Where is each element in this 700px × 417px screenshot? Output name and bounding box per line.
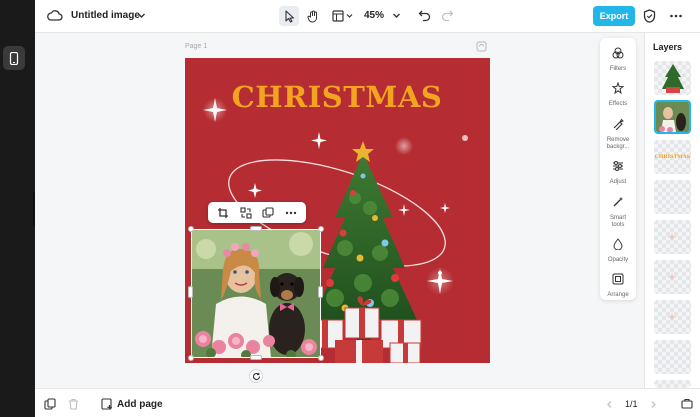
tool-effects[interactable]: Effects	[600, 81, 636, 108]
resize-handle-bottom[interactable]	[250, 355, 262, 360]
selection-box	[191, 229, 321, 358]
briefcase-icon[interactable]	[681, 398, 693, 409]
tool-label: Filters	[609, 66, 627, 72]
layer-christmas-tree[interactable]	[654, 61, 691, 95]
resize-handle-right[interactable]	[318, 286, 323, 298]
resize-handle-top[interactable]	[250, 226, 262, 231]
photo-thumb	[656, 102, 689, 132]
resize-handle-top-right[interactable]	[318, 226, 324, 232]
design-title-text[interactable]: CHRISTMAS	[207, 80, 467, 114]
effects-icon	[611, 81, 625, 95]
filters-icon	[612, 47, 624, 59]
tool-remove-background[interactable]: Remove backgr...	[600, 117, 636, 151]
left-rail	[0, 0, 39, 417]
arrange-icon	[612, 273, 624, 285]
canvas-size-button[interactable]	[331, 6, 355, 26]
resize-handle-bottom-right[interactable]	[318, 355, 324, 361]
document-title[interactable]: Untitled image	[71, 10, 140, 21]
layer-bride-dog-photo[interactable]	[654, 100, 691, 134]
layer-item[interactable]	[654, 220, 691, 254]
layer-item[interactable]	[654, 380, 691, 388]
page-label: Page 1	[185, 43, 208, 50]
hand-tool-button[interactable]	[303, 6, 323, 26]
tool-label: Adjust	[609, 179, 627, 185]
page-indicator: 1/1	[625, 399, 638, 409]
resize-handle-top-left[interactable]	[188, 226, 194, 232]
tool-label: Smart tools	[609, 215, 626, 228]
tool-label: Effects	[608, 101, 628, 107]
tool-label: Opacity	[607, 257, 629, 263]
sparkle-thumb	[667, 232, 677, 242]
opacity-icon	[613, 238, 623, 251]
zoom-level[interactable]: 45%	[364, 10, 384, 21]
tool-adjust[interactable]: Adjust	[600, 159, 636, 186]
page-options-icon[interactable]	[476, 41, 487, 52]
shield-icon[interactable]	[643, 9, 656, 23]
more-options-icon[interactable]	[285, 207, 297, 219]
rotate-icon	[252, 372, 260, 380]
rotate-button[interactable]	[249, 369, 263, 383]
smart-tools-icon	[613, 197, 623, 207]
chevron-down-icon[interactable]	[137, 11, 146, 20]
export-button[interactable]: Export	[593, 6, 635, 26]
tool-opacity[interactable]: Opacity	[600, 237, 636, 264]
next-page-icon[interactable]	[649, 400, 658, 409]
tool-filters[interactable]: Filters	[600, 46, 636, 73]
tool-label: Arrange	[607, 292, 629, 298]
resize-handle-left[interactable]	[188, 286, 193, 298]
add-page-icon	[101, 398, 112, 410]
tool-label: Remove backgr...	[606, 137, 630, 150]
remove-background-icon	[613, 118, 624, 131]
layer-item[interactable]	[654, 180, 691, 214]
hand-icon	[306, 10, 317, 23]
sparkle-thumb	[667, 272, 677, 282]
select-tool-button[interactable]	[279, 6, 299, 26]
layer-text-preview: CHRISTMAS	[654, 154, 691, 160]
duplicate-icon[interactable]	[262, 206, 274, 219]
editor-app: Untitled image 45% Export Page 1 CHRISTM…	[35, 0, 700, 417]
top-bar: Untitled image 45% Export	[35, 0, 700, 33]
resize-handle-bottom-left[interactable]	[188, 355, 194, 361]
layers-title: Layers	[653, 42, 683, 52]
adjust-icon	[613, 161, 623, 171]
add-page-button[interactable]: Add page	[101, 398, 163, 410]
tool-smart-tools[interactable]: Smart tools	[600, 195, 636, 229]
replace-image-icon[interactable]	[240, 206, 252, 219]
frame-icon	[332, 10, 353, 22]
more-horizontal-icon[interactable]	[669, 9, 683, 23]
crop-icon[interactable]	[217, 207, 229, 219]
layer-item[interactable]	[654, 260, 691, 294]
bottom-bar: Add page 1/1	[35, 388, 700, 417]
sparkle-thumb	[667, 312, 677, 322]
layers-panel: Layers CHRISTMAS	[644, 33, 700, 388]
phone-icon	[9, 51, 19, 65]
pages-icon[interactable]	[44, 398, 56, 410]
image-tools-panel: Filters Effects Remove backgr... Adjust …	[600, 38, 636, 300]
trash-icon[interactable]	[68, 398, 79, 410]
floating-toolbar	[208, 202, 306, 223]
pointer-icon	[284, 9, 294, 23]
mobile-preview-button[interactable]	[3, 46, 25, 70]
previous-page-icon[interactable]	[605, 400, 614, 409]
cloud-save-icon[interactable]	[47, 9, 63, 23]
add-page-label: Add page	[117, 398, 163, 410]
layer-item[interactable]	[654, 300, 691, 334]
undo-icon[interactable]	[418, 9, 432, 23]
tool-arrange[interactable]: Arrange	[600, 272, 636, 299]
redo-icon[interactable]	[440, 9, 454, 23]
zoom-chevron-down-icon[interactable]	[392, 11, 401, 20]
layer-christmas-text[interactable]: CHRISTMAS	[654, 140, 691, 174]
tree-thumb	[662, 64, 684, 93]
layer-item[interactable]	[654, 340, 691, 374]
